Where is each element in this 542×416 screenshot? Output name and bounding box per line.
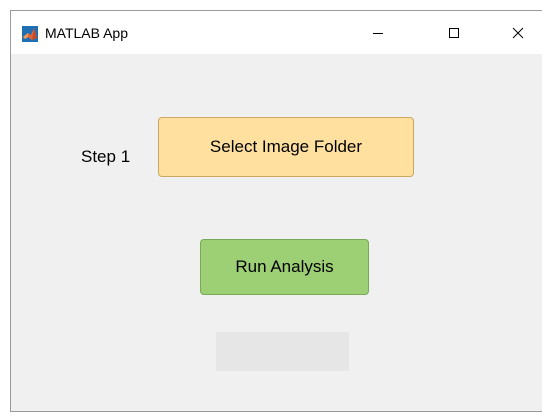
- matlab-logo-icon: [22, 26, 38, 42]
- close-icon: [512, 27, 524, 38]
- app-content: Step 1 Select Image Folder Run Analysis: [11, 54, 542, 411]
- status-label: [216, 332, 349, 371]
- title-bar[interactable]: MATLAB App: [11, 11, 542, 54]
- maximize-icon: [449, 27, 459, 38]
- minimize-icon: [373, 32, 383, 34]
- select-image-folder-button[interactable]: Select Image Folder: [158, 117, 414, 177]
- window-title: MATLAB App: [45, 25, 129, 41]
- app-window: MATLAB App Step 1 Select Image Folder Ru…: [10, 10, 542, 412]
- maximize-button[interactable]: [431, 11, 477, 54]
- run-analysis-button[interactable]: Run Analysis: [200, 239, 369, 295]
- minimize-button[interactable]: [355, 11, 401, 54]
- step-1-label: Step 1: [81, 147, 131, 166]
- close-button[interactable]: [495, 11, 541, 54]
